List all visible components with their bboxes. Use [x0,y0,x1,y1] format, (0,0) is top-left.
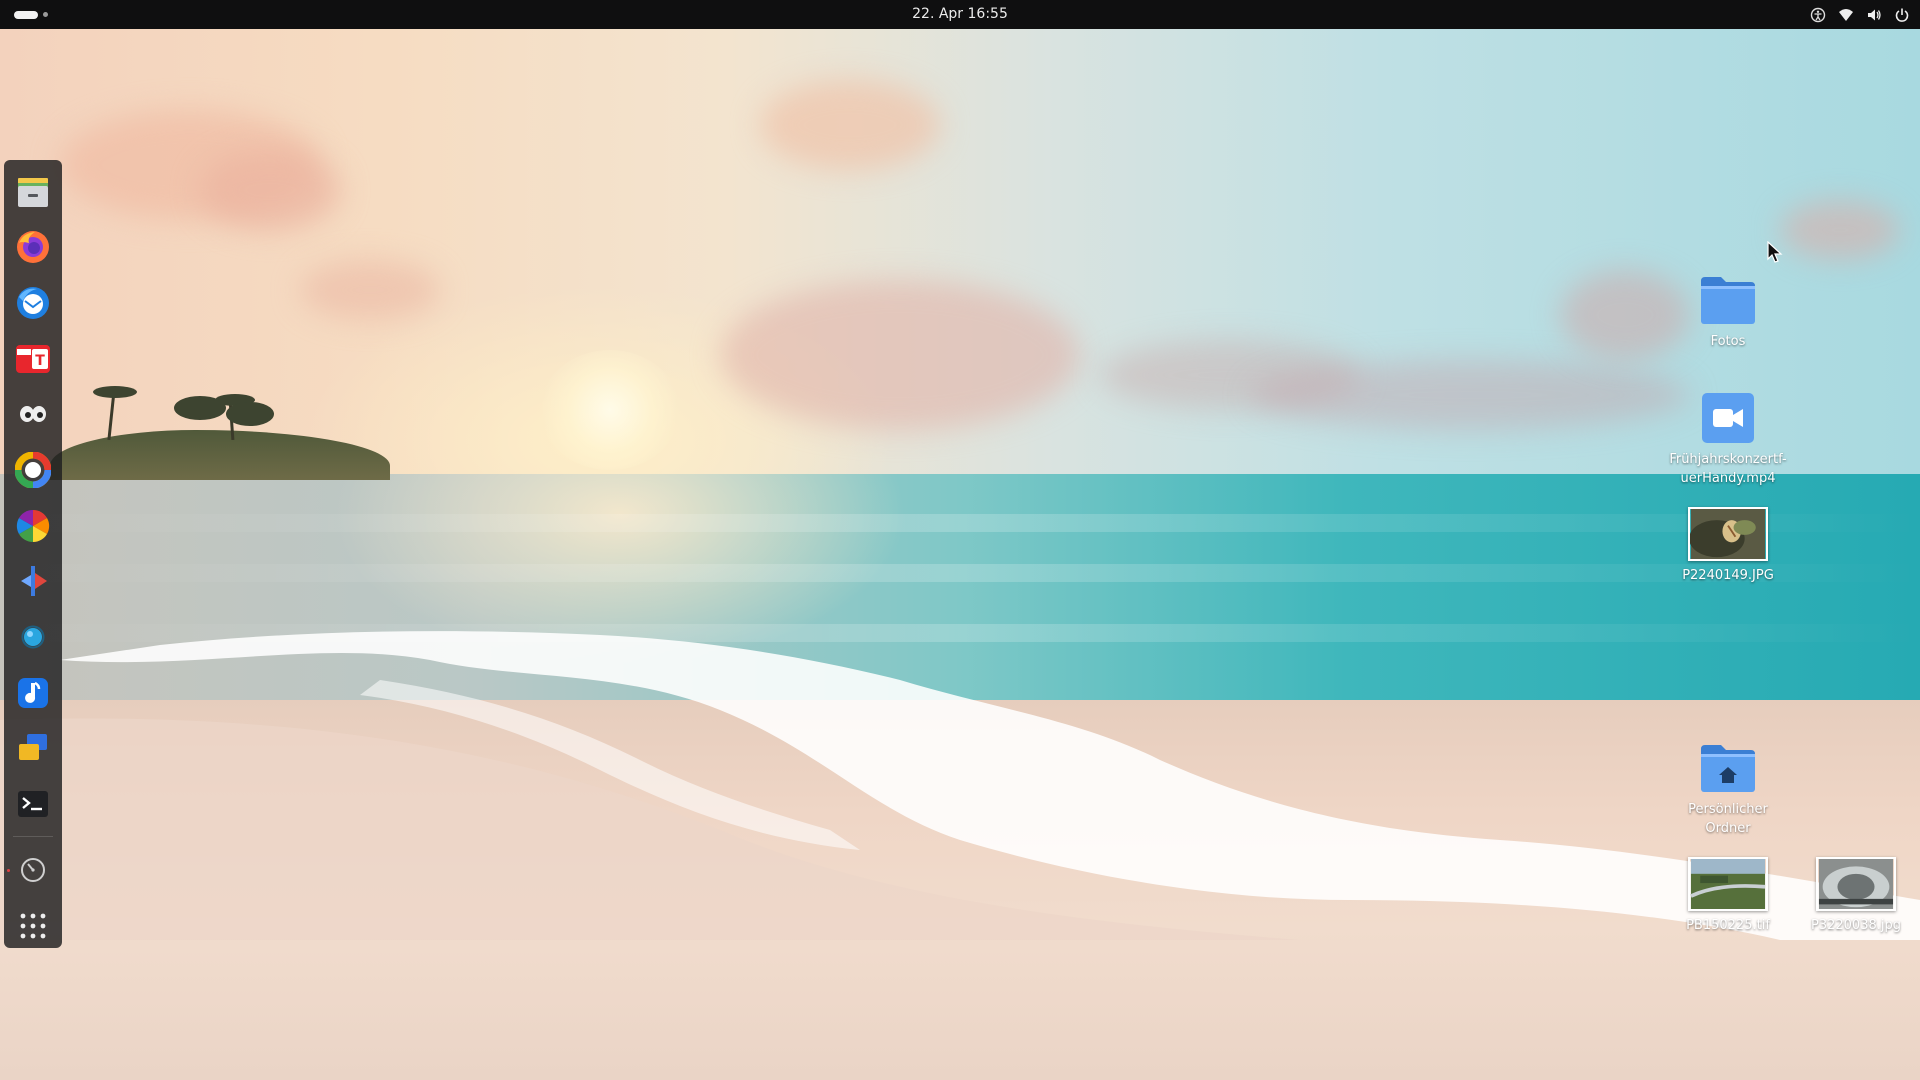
desktop-item-p2240149[interactable]: P2240149.JPG [1664,502,1792,585]
running-indicator [7,868,10,872]
pinwheel-icon [16,509,50,542]
orb-icon [21,625,45,649]
desktop-wallpaper [0,0,1920,1080]
desktop-item-video[interactable]: Frühjahrskonzertf-uerHandy.mp4 [1664,386,1792,488]
dock: T [4,160,62,948]
show-apps-button[interactable] [11,904,55,948]
dock-app-free-text[interactable]: T [11,337,55,381]
app-grid-icon [20,913,46,939]
color-ring-icon [15,452,51,489]
video-file-icon [1702,393,1754,443]
windows-icon [19,734,47,761]
wallpaper-cloud [760,80,940,170]
desktop-item-home-folder[interactable]: Persönlicher Ordner [1664,736,1792,838]
wallpaper-sun [540,350,680,470]
volume-icon[interactable] [1866,7,1882,23]
mouse-cursor-icon [1767,241,1783,263]
wallpaper-cloud [720,280,1080,430]
dock-app-thunderbird[interactable] [11,281,55,325]
firefox-icon [17,231,49,264]
accessibility-icon[interactable] [1810,7,1826,23]
arrow-tool-icon [21,566,47,597]
image-thumbnail-icon [1688,857,1768,911]
desktop-item-pb150225[interactable]: PB150225.tif [1664,852,1792,935]
dock-app-orb[interactable] [11,615,55,659]
workspace-indicator-active [14,10,38,19]
dock-app-clock[interactable] [7,849,55,893]
dock-app-windows[interactable] [11,726,55,770]
svg-text:T: T [35,353,45,369]
clock-icon [21,858,45,883]
image-thumbnail-icon [1816,857,1896,911]
desktop-item-label: Fotos [1710,334,1746,349]
eyes-icon [20,406,46,423]
music-note-icon [18,677,48,708]
top-bar: 22. Apr 16:55 [0,0,1920,29]
desktop-item-p3220038[interactable]: P3220038.jpg [1792,852,1920,935]
home-folder-icon [1701,745,1755,792]
image-thumbnail-icon [1688,507,1768,561]
wallpaper-foam [0,631,1920,940]
datetime-clock[interactable]: 22. Apr 16:55 [912,6,1008,22]
wallpaper-cloud [200,150,340,230]
dock-app-eyes[interactable] [11,393,55,437]
desktop-item-label: P3220038.jpg [1811,918,1901,933]
wallpaper-cloud [1780,200,1900,260]
dock-app-files[interactable] [11,170,55,214]
free-t-icon: T [16,344,50,373]
dock-app-color-ring[interactable] [11,448,55,492]
desktop-item-label: Frühjahrskonzertf-uerHandy.mp4 [1669,452,1787,486]
desktop-item-label: PB150225.tif [1686,918,1770,933]
dock-app-music-note[interactable] [11,671,55,715]
file-cabinet-icon [18,177,48,207]
workspace-indicator [43,12,48,17]
activities-button[interactable] [14,0,48,29]
wallpaper-palms [93,386,274,426]
dock-app-pinwheel[interactable] [11,504,55,548]
desktop-item-fotos[interactable]: Fotos [1664,268,1792,351]
wifi-icon[interactable] [1838,7,1854,23]
terminal-icon [18,790,48,817]
desktop-item-label: P2240149.JPG [1682,568,1774,583]
dock-app-firefox[interactable] [11,226,55,270]
dock-app-terminal[interactable] [11,782,55,826]
dock-app-arrow-tool[interactable] [11,559,55,603]
wallpaper-cloud [300,260,440,320]
thunderbird-icon [17,287,49,320]
system-tray[interactable] [1810,0,1910,29]
power-icon[interactable] [1894,7,1910,23]
wallpaper-cloud [1250,360,1690,430]
folder-icon [1701,277,1755,324]
dock-separator [13,835,53,837]
desktop-item-label: Persönlicher Ordner [1688,802,1768,836]
